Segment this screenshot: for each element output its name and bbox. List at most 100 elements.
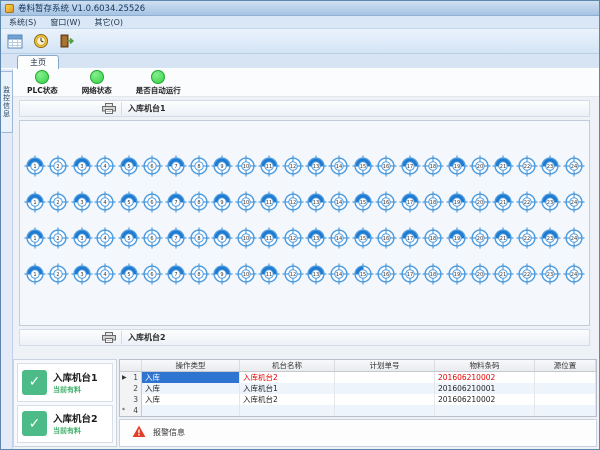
table-cell[interactable] (435, 405, 535, 416)
status-led-on (151, 70, 165, 84)
stations-grid: 1 2 3 4 5 6 (19, 120, 590, 326)
svg-text:3: 3 (80, 200, 83, 206)
table-cell[interactable] (335, 372, 435, 383)
svg-text:15: 15 (360, 236, 366, 242)
svg-text:7: 7 (174, 164, 177, 170)
station-11-full: 11 (258, 191, 280, 213)
station-22-empty: 22 (516, 263, 538, 285)
svg-text:9: 9 (221, 236, 224, 242)
bottom-section: ✓ 入库机台1 当前有料 ✓ 入库机台2 当前有料 操作类型机台名称计划单号物料… (13, 359, 599, 449)
table-cell[interactable] (240, 405, 335, 416)
svg-text:12: 12 (289, 236, 295, 242)
column-header-rownum (120, 360, 142, 371)
svg-text:15: 15 (360, 164, 366, 170)
svg-text:11: 11 (266, 200, 272, 206)
station-15-quarter: 15 (352, 263, 374, 285)
menu-item-1[interactable]: 窗口(W) (50, 17, 80, 28)
svg-text:15: 15 (360, 200, 366, 206)
table-cell[interactable]: 入库机台2 (240, 372, 335, 383)
spacer (13, 346, 599, 359)
station-16-empty: 16 (375, 263, 397, 285)
task-table: 操作类型机台名称计划单号物料条码源位置 ▶ 1 入库入库机台2201606210… (119, 359, 597, 417)
station-10-empty: 10 (235, 227, 257, 249)
table-cell[interactable] (335, 405, 435, 416)
table-cell[interactable]: 入库机台1 (240, 383, 335, 394)
table-cell[interactable]: 201606210002 (435, 372, 535, 383)
table-cell[interactable]: 201606210002 (435, 394, 535, 405)
svg-text:22: 22 (524, 272, 530, 278)
svg-text:4: 4 (104, 164, 107, 170)
station-3-full: 3 (71, 227, 93, 249)
machine2-panel-title: 入库机台2 (128, 332, 166, 343)
svg-text:10: 10 (243, 272, 249, 278)
station-5-full: 5 (118, 155, 140, 177)
station-6-empty: 6 (141, 191, 163, 213)
station-2-empty: 2 (47, 263, 69, 285)
status-label: PLC状态 (27, 85, 58, 96)
column-header-3[interactable]: 物料条码 (435, 360, 535, 371)
svg-text:13: 13 (313, 164, 319, 170)
table-row[interactable]: * 4 (120, 405, 596, 416)
station-19-full: 19 (446, 191, 468, 213)
table-cell[interactable] (335, 383, 435, 394)
alarm-panel: ! 报警信息 (119, 419, 597, 447)
station-24-empty: 24 (563, 227, 585, 249)
svg-text:24: 24 (571, 200, 577, 206)
status-indicator: PLC状态 (27, 70, 58, 96)
table-cell[interactable] (535, 372, 596, 383)
station-24-empty: 24 (563, 155, 585, 177)
column-header-2[interactable]: 计划单号 (335, 360, 435, 371)
column-header-1[interactable]: 机台名称 (240, 360, 335, 371)
svg-text:22: 22 (524, 236, 530, 242)
station-18-empty: 18 (422, 263, 444, 285)
menu-item-2[interactable]: 其它(O) (94, 17, 123, 28)
row-number: 3 (133, 394, 138, 405)
station-1-full: 1 (24, 227, 46, 249)
table-cell[interactable]: 入库机台2 (240, 394, 335, 405)
table-cell[interactable] (535, 383, 596, 394)
printer-icon[interactable] (96, 331, 122, 344)
station-12-empty: 12 (282, 155, 304, 177)
station-14-empty: 14 (328, 227, 350, 249)
app-icon (5, 4, 14, 13)
table-cell[interactable] (535, 405, 596, 416)
svg-text:5: 5 (127, 164, 130, 170)
table-cell[interactable] (335, 394, 435, 405)
table-cell[interactable]: 入库 (142, 372, 240, 383)
station-4-empty: 4 (94, 263, 116, 285)
menu-item-0[interactable]: 系统(S) (9, 17, 36, 28)
table-row[interactable]: 2 入库入库机台1201606210001 (120, 383, 596, 394)
table-cell[interactable]: 201606210001 (435, 383, 535, 394)
svg-text:8: 8 (197, 164, 200, 170)
warning-icon: ! (132, 425, 146, 438)
svg-text:20: 20 (477, 272, 483, 278)
table-cell[interactable]: 入库 (142, 394, 240, 405)
table-row[interactable]: 3 入库入库机台2 201606210002 (120, 394, 596, 405)
task-table-header: 操作类型机台名称计划单号物料条码源位置 (120, 360, 596, 372)
clock-icon[interactable] (31, 31, 51, 51)
station-14-empty: 14 (328, 191, 350, 213)
title-bar: 卷料暂存系统 V1.0.6034.25526 (1, 1, 599, 16)
calendar-icon[interactable] (5, 31, 25, 51)
column-header-0[interactable]: 操作类型 (142, 360, 240, 371)
printer-icon[interactable] (96, 102, 122, 115)
station-3-full: 3 (71, 263, 93, 285)
exit-icon[interactable] (57, 31, 77, 51)
svg-text:1: 1 (33, 272, 36, 278)
table-row[interactable]: ▶ 1 入库入库机台2201606210002 (120, 372, 596, 383)
column-header-4[interactable]: 源位置 (535, 360, 596, 371)
station-1-full: 1 (24, 263, 46, 285)
table-cell[interactable] (535, 394, 596, 405)
station-17-full: 17 (399, 227, 421, 249)
svg-text:3: 3 (80, 236, 83, 242)
svg-text:24: 24 (571, 272, 577, 278)
table-cell[interactable] (142, 405, 240, 416)
station-7-full: 7 (165, 191, 187, 213)
table-cell[interactable]: 入库 (142, 383, 240, 394)
svg-text:21: 21 (500, 272, 506, 278)
tab-home[interactable]: 主页 (17, 55, 59, 69)
station-11-full: 11 (258, 263, 280, 285)
machine1-panel-title: 入库机台1 (128, 103, 166, 114)
side-dock-tab[interactable]: 监控信息 (1, 71, 13, 133)
svg-text:20: 20 (477, 200, 483, 206)
